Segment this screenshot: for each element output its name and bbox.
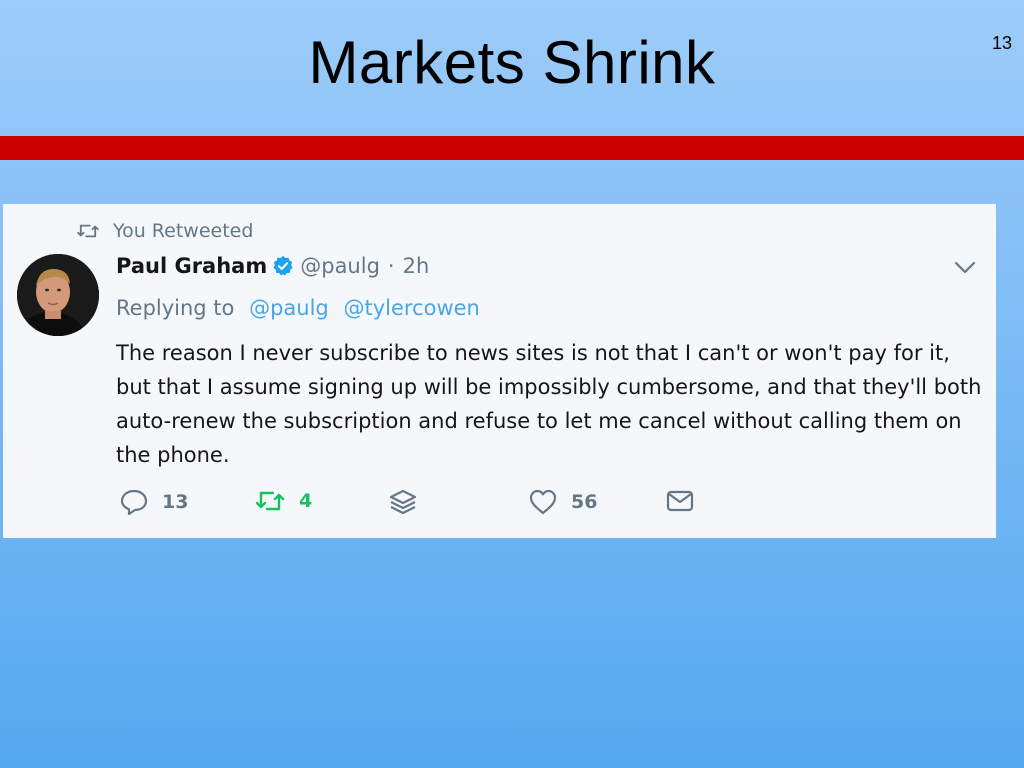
replying-to-label: Replying to xyxy=(116,296,235,320)
retweet-label: You Retweeted xyxy=(113,220,254,242)
display-name[interactable]: Paul Graham xyxy=(116,254,267,278)
reply-count: 13 xyxy=(162,491,189,513)
tweet-text: The reason I never subscribe to news sit… xyxy=(116,336,986,472)
more-options-button[interactable] xyxy=(954,260,976,279)
layers-icon xyxy=(389,489,417,515)
verified-badge-icon xyxy=(273,255,293,276)
tweet-header: Paul Graham @paulg · 2h xyxy=(116,254,429,278)
tweet-text-line: but that I assume signing up will be imp… xyxy=(116,375,982,399)
slide-title: Markets Shrink xyxy=(308,29,716,96)
tweet-card: You Retweeted Paul Graham @paulg · 2h Re… xyxy=(3,204,996,538)
reply-button[interactable]: 13 xyxy=(120,489,188,515)
like-count: 56 xyxy=(571,491,598,513)
red-accent-bar xyxy=(0,136,1024,160)
retweet-context: You Retweeted xyxy=(77,220,253,242)
header-separator: · xyxy=(387,254,395,278)
direct-message-button[interactable] xyxy=(666,489,694,513)
retweet-button[interactable]: 4 xyxy=(255,489,312,513)
retweet-icon xyxy=(255,491,285,511)
mail-icon xyxy=(666,490,694,512)
timestamp[interactable]: 2h xyxy=(403,254,430,278)
retweet-count: 4 xyxy=(299,490,313,512)
reply-icon xyxy=(120,489,148,515)
chevron-down-icon xyxy=(954,261,976,274)
mention-link[interactable]: @tylercowen xyxy=(343,296,479,320)
handle[interactable]: @paulg xyxy=(300,254,380,278)
retweet-icon xyxy=(77,224,99,238)
tweet-text-line: The reason I never subscribe to news sit… xyxy=(116,341,950,365)
heart-icon xyxy=(529,489,557,515)
like-button[interactable]: 56 xyxy=(529,489,597,515)
replying-to-line: Replying to @paulg @tylercowen xyxy=(116,296,480,320)
tweet-text-line: auto-renew the subscription and refuse t… xyxy=(116,409,962,433)
share-stack-button[interactable] xyxy=(389,489,417,515)
avatar[interactable] xyxy=(17,254,99,336)
mention-link[interactable]: @paulg xyxy=(249,296,329,320)
tweet-text-line: the phone. xyxy=(116,443,230,467)
slide-number: 13 xyxy=(991,33,1012,53)
